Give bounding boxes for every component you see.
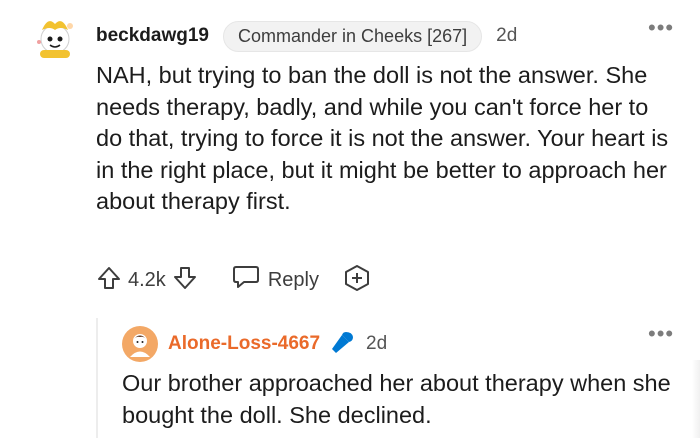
microphone-icon (330, 329, 356, 360)
user-flair: Commander in Cheeks [267] (223, 20, 483, 52)
more-dots-icon: ••• (648, 321, 675, 346)
vote-controls: 4.2k (96, 265, 198, 296)
thread-line[interactable] (96, 318, 98, 438)
speech-bubble-icon (232, 264, 260, 296)
user-avatar-icon[interactable] (122, 326, 158, 362)
reply-label: Reply (267, 268, 319, 291)
reply-username[interactable]: Alone-Loss-4667 (168, 333, 320, 355)
vote-score: 4.2k (128, 268, 166, 291)
comment-username[interactable]: beckdawg19 (96, 25, 209, 47)
reply-more-options-button[interactable]: ••• (648, 323, 674, 346)
upvote-arrow-icon[interactable] (96, 265, 122, 296)
more-options-button[interactable]: ••• (648, 17, 674, 40)
downvote-arrow-icon[interactable] (172, 265, 198, 296)
more-dots-icon: ••• (648, 15, 675, 40)
reply-header: Alone-Loss-4667 2d (168, 326, 387, 362)
comment-timestamp: 2d (496, 25, 518, 46)
comment-body: NAH, but trying to ban the doll is not t… (96, 62, 669, 214)
reply-body: Our brother approached her about therapy… (122, 370, 671, 428)
award-button[interactable] (343, 264, 371, 297)
award-plus-icon (343, 264, 371, 297)
comment-header: beckdawg19 Commander in Cheeks [267] 2d (96, 18, 517, 54)
comment-actions: 4.2k Reply (96, 262, 371, 298)
snoo-avatar-icon[interactable] (30, 12, 80, 62)
reply-button[interactable]: Reply (232, 264, 319, 296)
reply-timestamp: 2d (366, 333, 388, 354)
scroll-edge (692, 360, 700, 438)
